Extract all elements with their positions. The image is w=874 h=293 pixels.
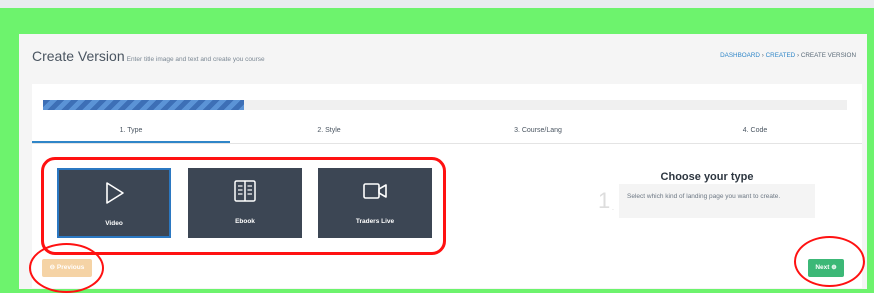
progress-fill: [43, 100, 244, 110]
annotation-circle: [29, 243, 104, 293]
page-title-text: Create Version: [32, 48, 125, 64]
tab-style[interactable]: 2. Style: [230, 121, 428, 143]
breadcrumb-separator: ›: [796, 52, 800, 59]
page-title: Create Version Enter title image and text…: [32, 48, 265, 64]
breadcrumb: DASHBOARD › CREATED › CREATE VERSION: [720, 52, 856, 59]
choose-type-heading: Choose your type: [660, 171, 754, 183]
progress-bar: [43, 100, 847, 110]
page-subtitle: Enter title image and text and create yo…: [126, 56, 265, 63]
step-number: 1: [598, 188, 611, 213]
annotation-box: [41, 157, 446, 255]
top-strip: [0, 0, 874, 8]
screenshot-frame: Create Version Enter title image and text…: [0, 0, 874, 293]
annotation-circle: [794, 236, 865, 287]
step-dot: .: [612, 205, 614, 212]
tab-code[interactable]: 4. Code: [648, 121, 862, 143]
wizard-tabs: 1. Type 2. Style 3. Course/Lang 4. Code: [32, 121, 862, 144]
breadcrumb-dashboard[interactable]: DASHBOARD: [720, 52, 760, 59]
breadcrumb-current: CREATE VERSION: [800, 52, 856, 59]
tab-type[interactable]: 1. Type: [32, 121, 230, 143]
choose-type-hint: Select which kind of landing page you wa…: [619, 184, 815, 218]
breadcrumb-created[interactable]: CREATED: [766, 52, 796, 59]
breadcrumb-separator: ›: [761, 52, 764, 59]
tab-course-lang[interactable]: 3. Course/Lang: [428, 121, 648, 143]
